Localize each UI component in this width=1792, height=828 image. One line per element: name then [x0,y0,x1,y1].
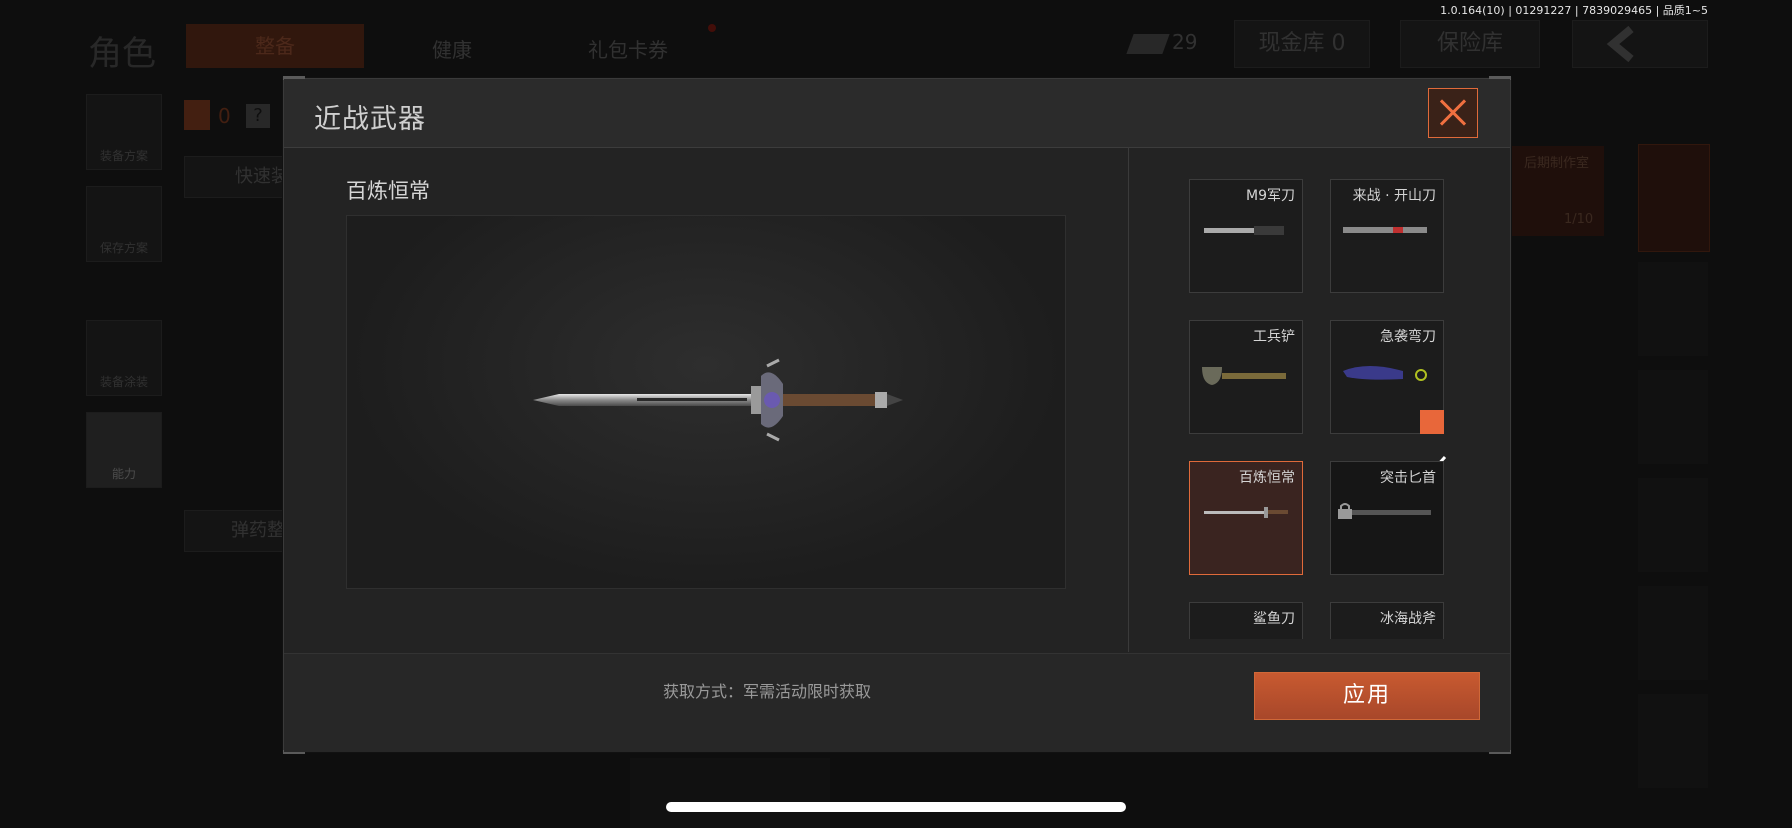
weapon-card-machete[interactable]: 来战 · 开山刀 [1330,179,1444,293]
machete-icon [1343,227,1427,233]
weapon-card-label: 突击匕首 [1380,470,1436,486]
weapon-card-shark-knife[interactable]: 鲨鱼刀 [1189,602,1303,639]
weapon-card-label: 鲨鱼刀 [1253,611,1295,627]
weapon-card-ice-axe[interactable]: 冰海战斧 [1330,602,1444,639]
weapon-card-label: 工兵铲 [1253,329,1295,345]
weapon-card-label: M9军刀 [1246,188,1295,204]
knife-icon [1204,226,1284,235]
apply-button[interactable]: 应用 [1254,672,1480,720]
close-button[interactable] [1428,88,1478,138]
dialog-footer: 获取方式：军需活动限时获取 应用 [284,653,1510,752]
weapon-card-m9[interactable]: M9军刀 [1189,179,1303,293]
panel-divider [1128,147,1129,652]
dialog-title: 近战武器 [314,104,426,135]
weapon-card-locked[interactable]: 突击匕首 [1330,461,1444,575]
weapon-grid: M9军刀 来战 · 开山刀 工兵铲 急袭弯刀 百炼恒常 突击匕首 鲨鱼刀 冰海战… [1189,179,1449,639]
preview-weapon-name: 百炼恒常 [346,179,430,203]
sword-icon [533,358,903,442]
weapon-card-label: 百炼恒常 [1239,470,1295,486]
weapon-card-label: 急袭弯刀 [1380,329,1436,345]
weapon-card-label: 来战 · 开山刀 [1352,188,1436,204]
version-text: 1.0.164(10) | 01291227 | 7839029465 | 品质… [1440,4,1708,17]
equipped-check-icon [1420,410,1447,470]
acquisition-method: 获取方式：军需活动限时获取 [662,682,871,701]
home-indicator[interactable] [666,802,1126,812]
shovel-icon [1202,367,1286,385]
weapon-card-shovel[interactable]: 工兵铲 [1189,320,1303,434]
melee-weapon-dialog: 近战武器 百炼恒常 M9军刀 来战 · 开山刀 工兵铲 急袭弯刀 百炼恒常 突击… [283,76,1511,754]
weapon-card-karambit[interactable]: 急袭弯刀 [1330,320,1447,470]
weapon-preview [346,215,1066,589]
weapon-card-label: 冰海战斧 [1380,611,1436,627]
dialog-header: 近战武器 [284,79,1510,148]
karambit-icon [1343,366,1427,381]
sword-icon [1204,507,1288,518]
weapon-card-selected[interactable]: 百炼恒常 [1189,461,1303,575]
lock-icon [1338,503,1352,519]
